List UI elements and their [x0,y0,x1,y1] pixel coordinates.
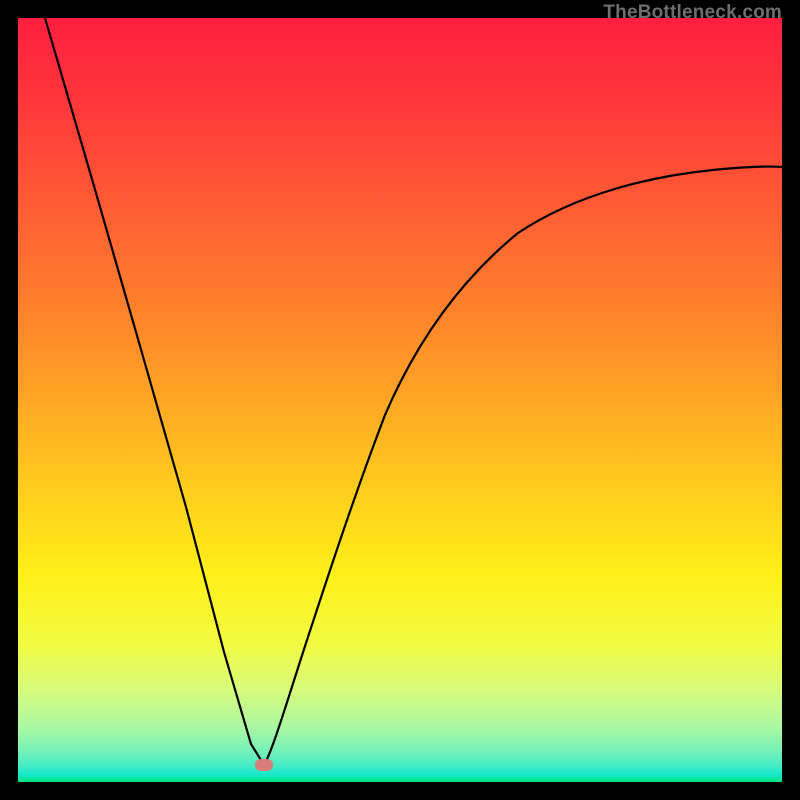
curve-right [264,167,782,765]
curve-left [45,18,264,765]
plot-area [18,18,782,782]
bottleneck-curve [18,18,782,782]
optimal-marker [255,759,273,771]
chart-root: TheBottleneck.com [0,0,800,800]
